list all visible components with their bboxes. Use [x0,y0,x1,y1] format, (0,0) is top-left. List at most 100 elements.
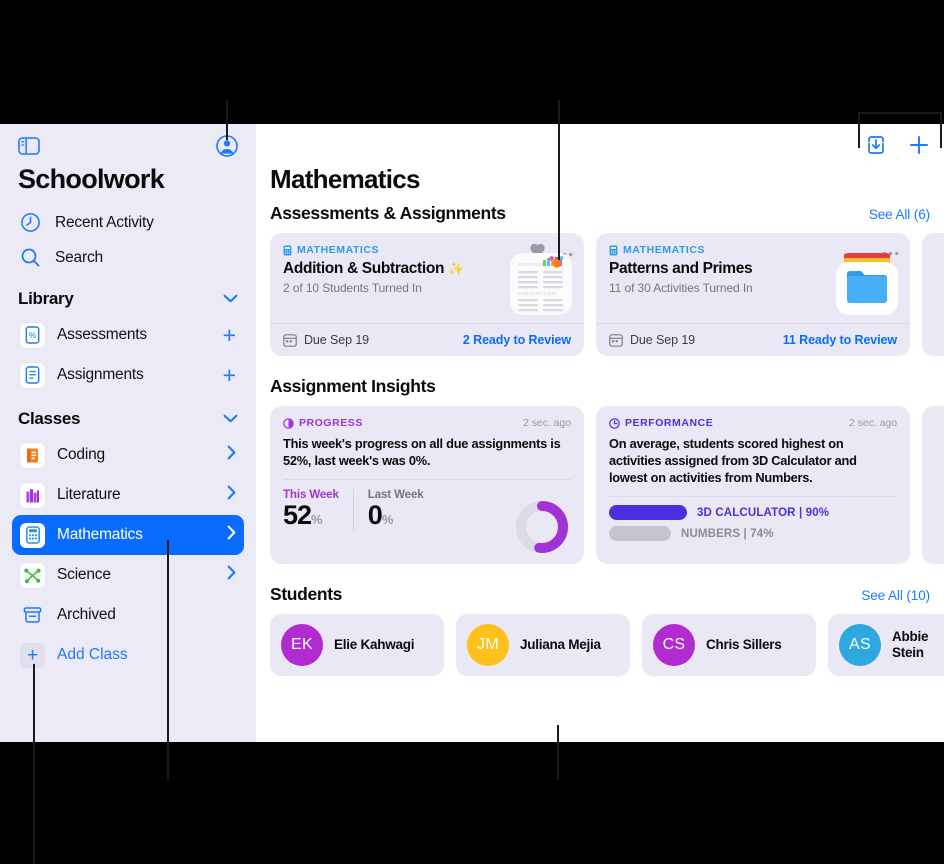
sidebar-item-assessments[interactable]: % Assessments + [12,315,244,355]
svg-text:ADDITION: ADDITION [518,262,544,267]
callout-line-students [557,725,559,780]
sidebar-item-label: Literature [57,486,121,503]
chevron-right-icon[interactable] [227,485,236,505]
add-class-label: Add Class [57,646,128,663]
sidebar: Schoolwork Recent Activity Search Librar… [0,124,256,742]
progress-ring-chart [514,499,570,555]
sidebar-item-science[interactable]: Science [12,555,244,595]
calendar-icon [609,334,623,347]
student-card[interactable]: JM Juliana Mejia [456,614,630,676]
clock-icon [18,210,43,235]
assessment-card-ready-link[interactable]: 2 Ready to Review [463,333,571,347]
page-title: Mathematics [270,164,421,194]
sidebar-item-label: Mathematics [57,526,143,543]
insight-progress-text: This week's progress on all due assignme… [283,436,561,469]
percent-document-icon: % [20,322,45,348]
insights-card-row: PROGRESS 2 sec. ago This week's progress… [270,406,944,564]
students-card-row: EK Elie Kahwagi JM Juliana Mejia CS Chri… [270,614,944,676]
sidebar-item-search[interactable]: Search [0,240,256,275]
calculator-icon [609,245,618,255]
sidebar-item-label: Search [55,248,103,266]
sidebar-item-assignments[interactable]: Assignments + [12,355,244,395]
app-window: Schoolwork Recent Activity Search Librar… [0,124,944,742]
student-card[interactable]: CS Chris Sillers [642,614,816,676]
chevron-down-icon[interactable] [223,410,238,428]
student-card[interactable]: AS Abbie Stein [828,614,944,676]
chevron-right-icon[interactable] [227,445,236,465]
insight-performance-header: PERFORMANCE 2 sec. ago [609,417,897,429]
calculator-icon [20,522,45,548]
performance-bar-fill [609,505,687,521]
insight-card-partial[interactable] [922,406,944,564]
percent-sign: % [381,512,394,528]
assessment-card-footer: Due Sep 19 2 Ready to Review [270,323,584,356]
assessment-card-body: MATHEMATICS Addition & Subtraction ✨ 2 o… [270,233,584,323]
assessment-card-partial[interactable] [922,233,944,356]
sidebar-section-library[interactable]: Library [0,275,256,315]
add-assignment-button[interactable]: + [223,363,236,387]
student-card[interactable]: EK Elie Kahwagi [270,614,444,676]
callout-line-add-class [33,664,35,864]
chevron-down-icon[interactable] [223,290,238,308]
calendar-icon [283,334,297,347]
insight-progress-kicker: PROGRESS [283,417,363,429]
insight-card-progress[interactable]: PROGRESS 2 sec. ago This week's progress… [270,406,584,564]
student-name: Abbie Stein [892,628,929,660]
add-class-button[interactable]: + Add Class [12,637,244,673]
sidebar-item-label: Assignments [57,366,144,383]
sidebar-item-archived[interactable]: Archived [12,595,244,635]
svg-text:SUBTRACTION: SUBTRACTION [518,291,556,296]
insight-card-performance[interactable]: PERFORMANCE 2 sec. ago On average, stude… [596,406,910,564]
assessment-card-kicker-label: MATHEMATICS [297,244,380,256]
insight-performance-timestamp: 2 sec. ago [849,417,897,429]
sidebar-section-classes[interactable]: Classes [0,395,256,435]
callout-line-toolbar-right [940,112,942,148]
app-title: Schoolwork [18,164,165,194]
sidebar-toggle-icon[interactable] [18,136,40,160]
section-title: Students [270,584,343,604]
performance-bar-row: 3D CALCULATOR | 90% [609,505,897,521]
performance-target-icon [609,417,620,429]
progress-this-week-value: 52 [283,500,312,531]
section-title: Assessments & Assignments [270,203,506,223]
chevron-right-icon[interactable] [227,525,236,545]
insight-progress-kicker-label: PROGRESS [299,417,363,429]
sidebar-top-bar [0,124,256,158]
callout-line-toolbar-left [858,112,860,148]
screenshot-stage: Schoolwork Recent Activity Search Librar… [0,0,944,864]
performance-bar-label: NUMBERS | 74% [681,527,774,540]
chevron-right-icon[interactable] [227,565,236,585]
sidebar-item-label: Archived [57,606,116,623]
avatar: AS [839,624,881,666]
section-header-insights: Assignment Insights [270,376,944,397]
assessment-card[interactable]: MATHEMATICS Patterns and Primes 11 of 30… [596,233,910,356]
add-assessment-button[interactable]: + [223,323,236,347]
section-title: Assignment Insights [270,376,436,396]
progress-last-week-value-row: 0% [367,500,424,531]
molecule-icon [20,562,45,588]
assessment-card-due-label: Due Sep 19 [304,333,370,347]
archive-box-icon [20,603,45,628]
see-all-assessments-link[interactable]: See All (6) [869,207,930,222]
assessment-card-due-label: Due Sep 19 [630,333,696,347]
plus-icon[interactable] [908,134,930,161]
progress-last-week: Last Week 0% [352,489,438,531]
student-name: Elie Kahwagi [334,636,415,652]
assessment-card[interactable]: MATHEMATICS Addition & Subtraction ✨ 2 o… [270,233,584,356]
assessment-card-kicker-label: MATHEMATICS [623,244,706,256]
progress-last-week-value: 0 [367,500,383,531]
see-all-students-link[interactable]: See All (10) [861,588,930,603]
divider [609,496,897,498]
sidebar-item-mathematics[interactable]: Mathematics [12,515,244,555]
sidebar-item-label: Recent Activity [55,213,154,231]
sidebar-item-recent-activity[interactable]: Recent Activity [0,205,256,240]
sparkles-icon: ✨ [448,261,464,276]
assessment-card-due: Due Sep 19 [283,333,369,347]
performance-bar-row: NUMBERS | 74% [609,526,897,542]
import-tray-icon[interactable] [866,135,886,161]
callout-line-card-menu [558,100,560,260]
sidebar-item-literature[interactable]: Literature [12,475,244,515]
sidebar-item-coding[interactable]: Coding [12,435,244,475]
assessment-card-ready-link[interactable]: 11 Ready to Review [783,333,897,347]
avatar: EK [281,624,323,666]
